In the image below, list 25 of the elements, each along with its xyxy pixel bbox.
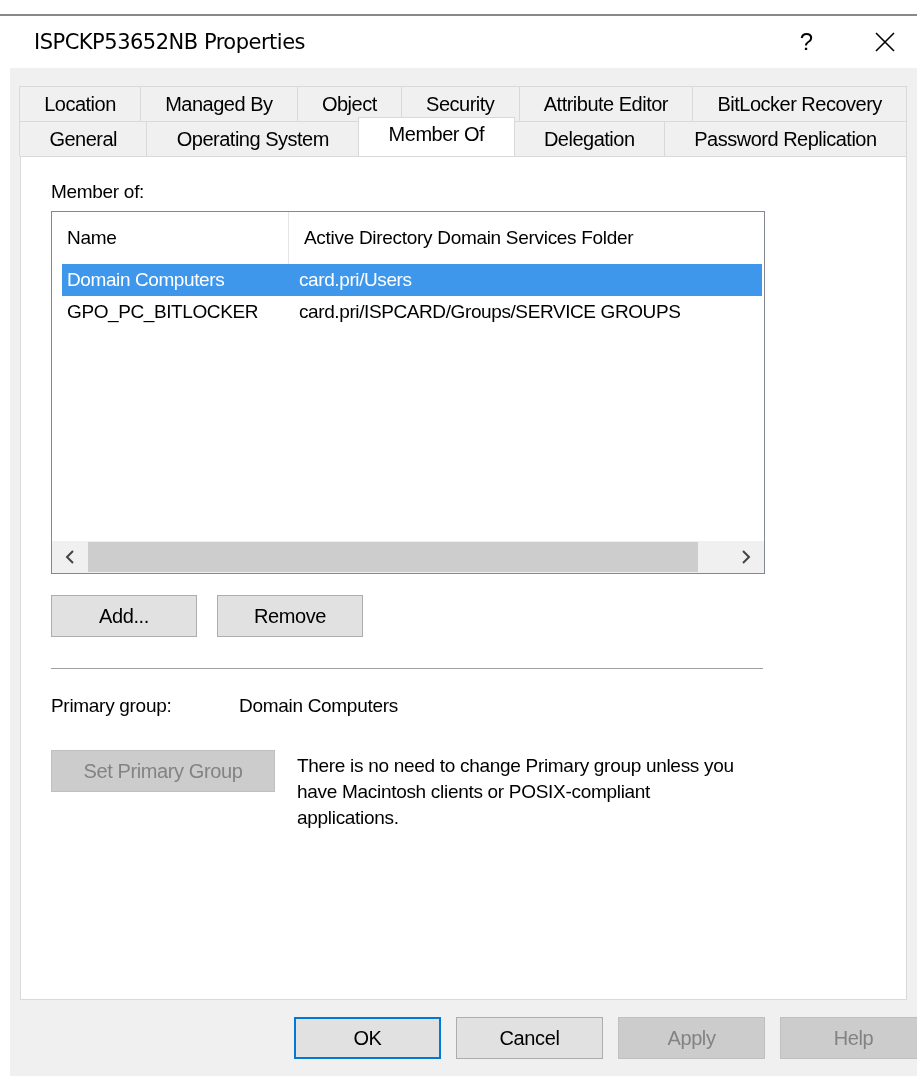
help-button[interactable]: ? xyxy=(799,28,813,56)
primary-group-value: Domain Computers xyxy=(239,695,398,717)
primary-group-label: Primary group: xyxy=(51,695,173,717)
list-button[interactable]: Remove xyxy=(217,595,363,637)
tab[interactable]: Location xyxy=(19,86,141,121)
table-cell-text: card.pri/ISPCARD/Groups/SERVICE GROUPS xyxy=(298,300,682,324)
list-button[interactable]: Add... xyxy=(51,595,197,637)
tab[interactable]: Password Replication xyxy=(663,121,907,156)
scrollbar-thumb[interactable] xyxy=(88,542,698,572)
tab[interactable]: General xyxy=(19,121,148,156)
horizontal-scrollbar[interactable] xyxy=(52,541,764,573)
tab[interactable]: Member Of xyxy=(358,117,515,156)
list-row[interactable]: GPO_PC_BITLOCKER card.pri/ISPCARD/Groups/SERVICE GROUPS xyxy=(62,296,762,328)
list-label: Member of: xyxy=(51,181,146,203)
column-header[interactable]: Active Directory Domain Services Folder xyxy=(289,212,759,264)
table-cell-text: card.pri/Users xyxy=(298,268,413,292)
window-title: ISPCKP53652NB Properties xyxy=(34,30,306,54)
group-list[interactable]: Name Active Directory Domain Services Folder Domain Computers card.pri/Users GPO_PC_BITLOCKER card.pri/ISPCARD/Groups/SERVICE GROUPS xyxy=(51,211,765,574)
dialog-button[interactable]: Cancel xyxy=(456,1017,603,1059)
table-cell-text: Domain Computers xyxy=(66,268,226,292)
dialog-button[interactable]: OK xyxy=(294,1017,441,1059)
info-text: There is no need to change Primary group unless you have Macintosh clients or POSIX-compliant applications. xyxy=(297,754,735,830)
table-cell-text: GPO_PC_BITLOCKER xyxy=(66,300,260,325)
close-icon[interactable] xyxy=(875,32,895,52)
tab[interactable]: BitLocker Recovery xyxy=(692,86,908,121)
